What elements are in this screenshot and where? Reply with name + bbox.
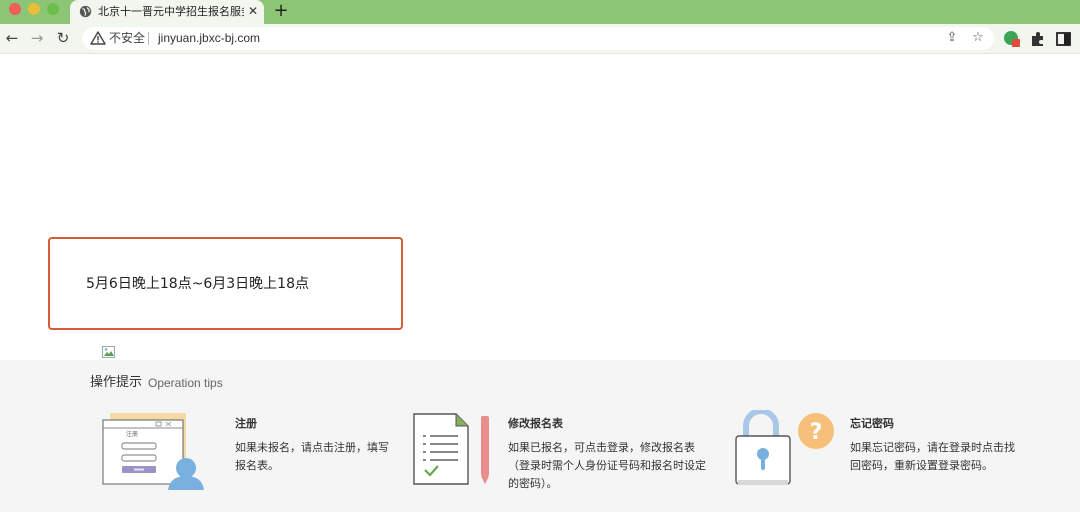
tip-edit-form-desc-2: （登录时需个人身份证号码和报名时设定 <box>508 459 706 472</box>
address-bar[interactable]: 不安全 jinyuan.jbxc-bj.com ⇪ ☆ <box>82 27 994 50</box>
back-arrow-icon[interactable]: ← <box>2 28 22 48</box>
tip-forgot-password-name: 忘记密码 <box>850 417 894 430</box>
bookmark-star-icon[interactable]: ☆ <box>970 30 986 46</box>
minimize-window-button[interactable] <box>28 3 40 15</box>
tip-register: 注册 注册 如果未报名，请点击注册，填写 报名表。 <box>100 410 420 500</box>
extension-badge-icon[interactable] <box>1003 30 1021 48</box>
registration-period-text: 5月6日晚上18点~6月3日晚上18点 <box>86 276 309 292</box>
browser-toolbar: ← → ↻ 不安全 jinyuan.jbxc-bj.com ⇪ ☆ <box>0 24 1080 54</box>
tip-register-desc-2: 报名表。 <box>235 459 279 472</box>
forward-arrow-icon[interactable]: → <box>27 28 47 48</box>
globe-icon <box>79 5 92 18</box>
registration-period-box: 5月6日晚上18点~6月3日晚上18点 <box>48 237 403 330</box>
tip-forgot-password: ? 忘记密码 如果忘记密码，请在登录时点击找 回密码，重新设置登录密码。 <box>732 410 1052 500</box>
tip-forgot-password-desc-2: 回密码，重新设置登录密码。 <box>850 459 993 472</box>
tips-subtitle: Operation tips <box>148 376 223 390</box>
broken-image-icon <box>102 346 115 358</box>
edit-form-icon <box>413 413 489 485</box>
tips-title: 操作提示 <box>90 375 143 390</box>
lock-question-icon: ? <box>735 410 834 485</box>
security-status-label[interactable]: 不安全 <box>109 31 145 46</box>
share-icon[interactable]: ⇪ <box>944 30 960 46</box>
svg-text:?: ? <box>810 420 823 445</box>
tab-close-icon[interactable]: ✕ <box>246 3 260 19</box>
browser-tab[interactable]: 北京十一晋元中学招生报名服务平 ✕ <box>70 0 264 24</box>
warning-icon <box>90 31 106 45</box>
tip-edit-form-desc-3: 的密码）。 <box>508 477 558 490</box>
omnibox-divider <box>148 32 149 45</box>
tip-forgot-password-desc: 如果忘记密码，请在登录时点击找 <box>850 441 1015 454</box>
tip-register-name: 注册 <box>235 417 257 430</box>
tab-bar: 北京十一晋元中学招生报名服务平 ✕ + <box>0 0 1080 24</box>
operation-tips-panel: 操作提示 Operation tips 注册 注册 如果未报名，请点击注册，填写… <box>0 360 1080 512</box>
side-panel-icon[interactable] <box>1055 30 1073 48</box>
register-form-heading: 注册 <box>126 431 139 438</box>
reload-icon[interactable]: ↻ <box>53 28 73 48</box>
close-window-button[interactable] <box>9 3 21 15</box>
new-tab-button[interactable]: + <box>272 0 290 22</box>
tip-edit-form: 修改报名表 如果已报名，可点击登录，修改报名表 （登录时需个人身份证号码和报名时… <box>410 410 730 500</box>
url-text[interactable]: jinyuan.jbxc-bj.com <box>158 31 260 46</box>
register-form-icon <box>102 413 204 490</box>
extensions-puzzle-icon[interactable] <box>1029 30 1047 48</box>
maximize-window-button[interactable] <box>47 3 59 15</box>
tab-title: 北京十一晋元中学招生报名服务平 <box>98 5 244 18</box>
tip-edit-form-name: 修改报名表 <box>508 417 563 430</box>
tip-edit-form-desc: 如果已报名，可点击登录，修改报名表 <box>508 441 695 454</box>
tip-register-desc: 如果未报名，请点击注册，填写 <box>235 441 389 454</box>
